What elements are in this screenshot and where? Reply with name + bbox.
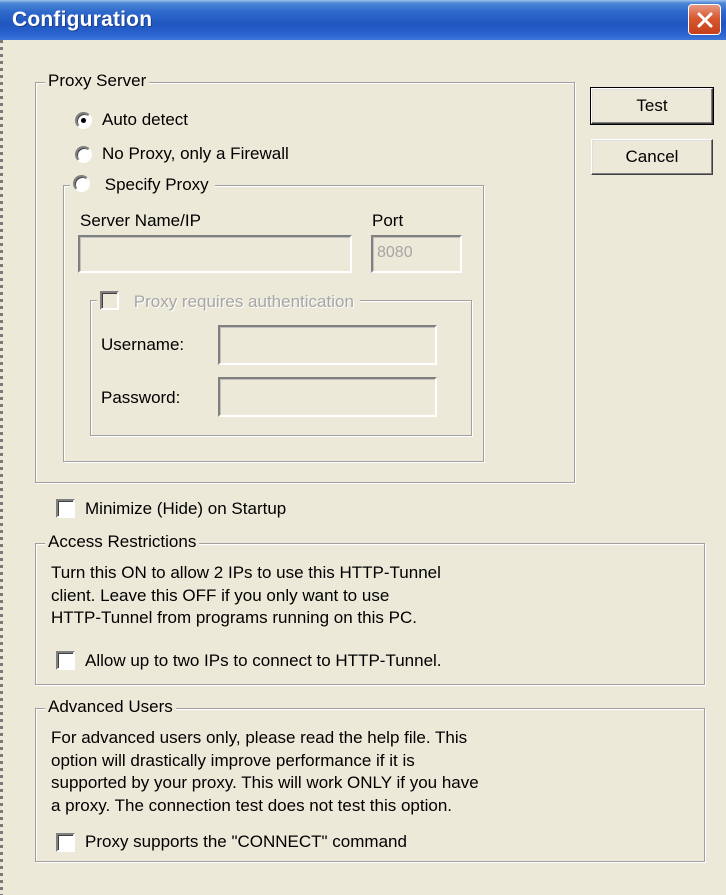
username-label: Username: [101,335,185,354]
test-button[interactable]: Test [590,87,714,125]
minimize-checkbox[interactable] [56,499,75,518]
window-left-edge [0,40,3,895]
minimize-label[interactable]: Minimize (Hide) on Startup [85,498,286,520]
close-button[interactable] [688,4,721,35]
access-text-line: Turn this ON to allow 2 IPs to use this … [51,563,441,582]
no-proxy-radio[interactable] [75,146,92,163]
allow-two-ips-checkbox[interactable] [56,651,75,670]
password-input[interactable] [218,377,437,417]
proxy-server-legend: Proxy Server [45,71,150,91]
server-name-label: Server Name/IP [80,211,201,230]
connect-command-label[interactable]: Proxy supports the "CONNECT" command [85,831,407,853]
advanced-text-line: a proxy. The connection test does not te… [51,795,453,815]
port-input[interactable]: 8080 [371,235,462,273]
no-proxy-label[interactable]: No Proxy, only a Firewall [102,143,289,165]
auto-detect-radio[interactable] [75,112,92,129]
close-icon [697,12,713,28]
server-name-input[interactable] [78,235,352,273]
port-label: Port [372,211,404,230]
window-title: Configuration [12,8,153,31]
cancel-button[interactable]: Cancel [591,139,713,175]
advanced-text-line: supported by your proxy. This will work … [51,773,479,792]
advanced-text-line: option will drastically improve performa… [51,750,415,770]
access-text-line: client. Leave this OFF if you only want … [51,585,390,605]
access-text-line: HTTP-Tunnel from programs running on thi… [51,608,417,627]
username-input[interactable] [218,325,437,365]
authentication-checkbox[interactable] [100,291,119,310]
authentication-label: Proxy requires authentication [133,292,354,311]
advanced-users-legend: Advanced Users [45,697,176,717]
advanced-users-text: For advanced users only, please read the… [51,727,479,817]
authentication-legend-wrap: Proxy requires authentication [97,291,360,312]
password-label: Password: [101,388,181,407]
radio-selected-dot [81,118,86,123]
specify-proxy-radio[interactable] [73,175,90,192]
access-restrictions-text: Turn this ON to allow 2 IPs to use this … [51,562,441,630]
advanced-text-line: For advanced users only, please read the… [51,728,468,747]
connect-command-checkbox[interactable] [56,833,75,852]
specify-proxy-label[interactable]: Specify Proxy [105,175,209,194]
access-restrictions-legend: Access Restrictions [45,532,200,552]
auto-detect-label[interactable]: Auto detect [102,109,188,131]
allow-two-ips-label[interactable]: Allow up to two IPs to connect to HTTP-T… [85,650,442,672]
specify-proxy-legend-wrap: Specify Proxy [70,175,215,195]
